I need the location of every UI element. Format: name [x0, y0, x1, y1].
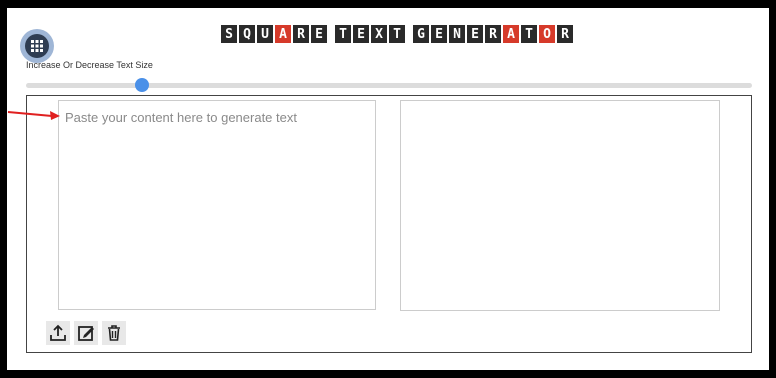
page-title: SQUARETEXTGENERATOR [221, 25, 573, 43]
title-tile: O [539, 25, 555, 43]
title-tile: R [557, 25, 573, 43]
edit-button[interactable] [74, 321, 98, 345]
input-placeholder: Paste your content here to generate text [65, 110, 297, 125]
title-tile-spacer [407, 25, 411, 43]
upload-icon [50, 324, 66, 341]
title-tile-spacer [329, 25, 333, 43]
title-tile: S [221, 25, 237, 43]
input-textarea[interactable]: Paste your content here to generate text [58, 100, 376, 310]
title-tile: X [371, 25, 387, 43]
grid-menu-icon [25, 34, 49, 58]
annotation-arrow [7, 111, 60, 120]
trash-icon [108, 325, 120, 341]
title-tile: G [413, 25, 429, 43]
title-tile: E [431, 25, 447, 43]
delete-button[interactable] [102, 321, 126, 345]
title-tile: T [389, 25, 405, 43]
edit-icon [78, 326, 94, 341]
title-tile: R [485, 25, 501, 43]
title-tile: N [449, 25, 465, 43]
upload-button[interactable] [46, 321, 70, 345]
title-tile: Q [239, 25, 255, 43]
menu-button[interactable] [20, 29, 54, 63]
title-tile: A [275, 25, 291, 43]
title-tile: T [521, 25, 537, 43]
slider-thumb[interactable] [135, 78, 150, 92]
title-tile: U [257, 25, 273, 43]
title-tile: T [335, 25, 351, 43]
title-tile: E [467, 25, 483, 43]
title-tile: E [353, 25, 369, 43]
output-textarea[interactable] [400, 100, 720, 311]
title-tile: A [503, 25, 519, 43]
title-tile: R [293, 25, 309, 43]
editor-toolbar [46, 321, 126, 345]
title-tile: E [311, 25, 327, 43]
text-size-label: Increase Or Decrease Text Size [26, 60, 153, 70]
app-frame: SQUARETEXTGENERATOR Increase Or Decrease… [7, 8, 769, 370]
